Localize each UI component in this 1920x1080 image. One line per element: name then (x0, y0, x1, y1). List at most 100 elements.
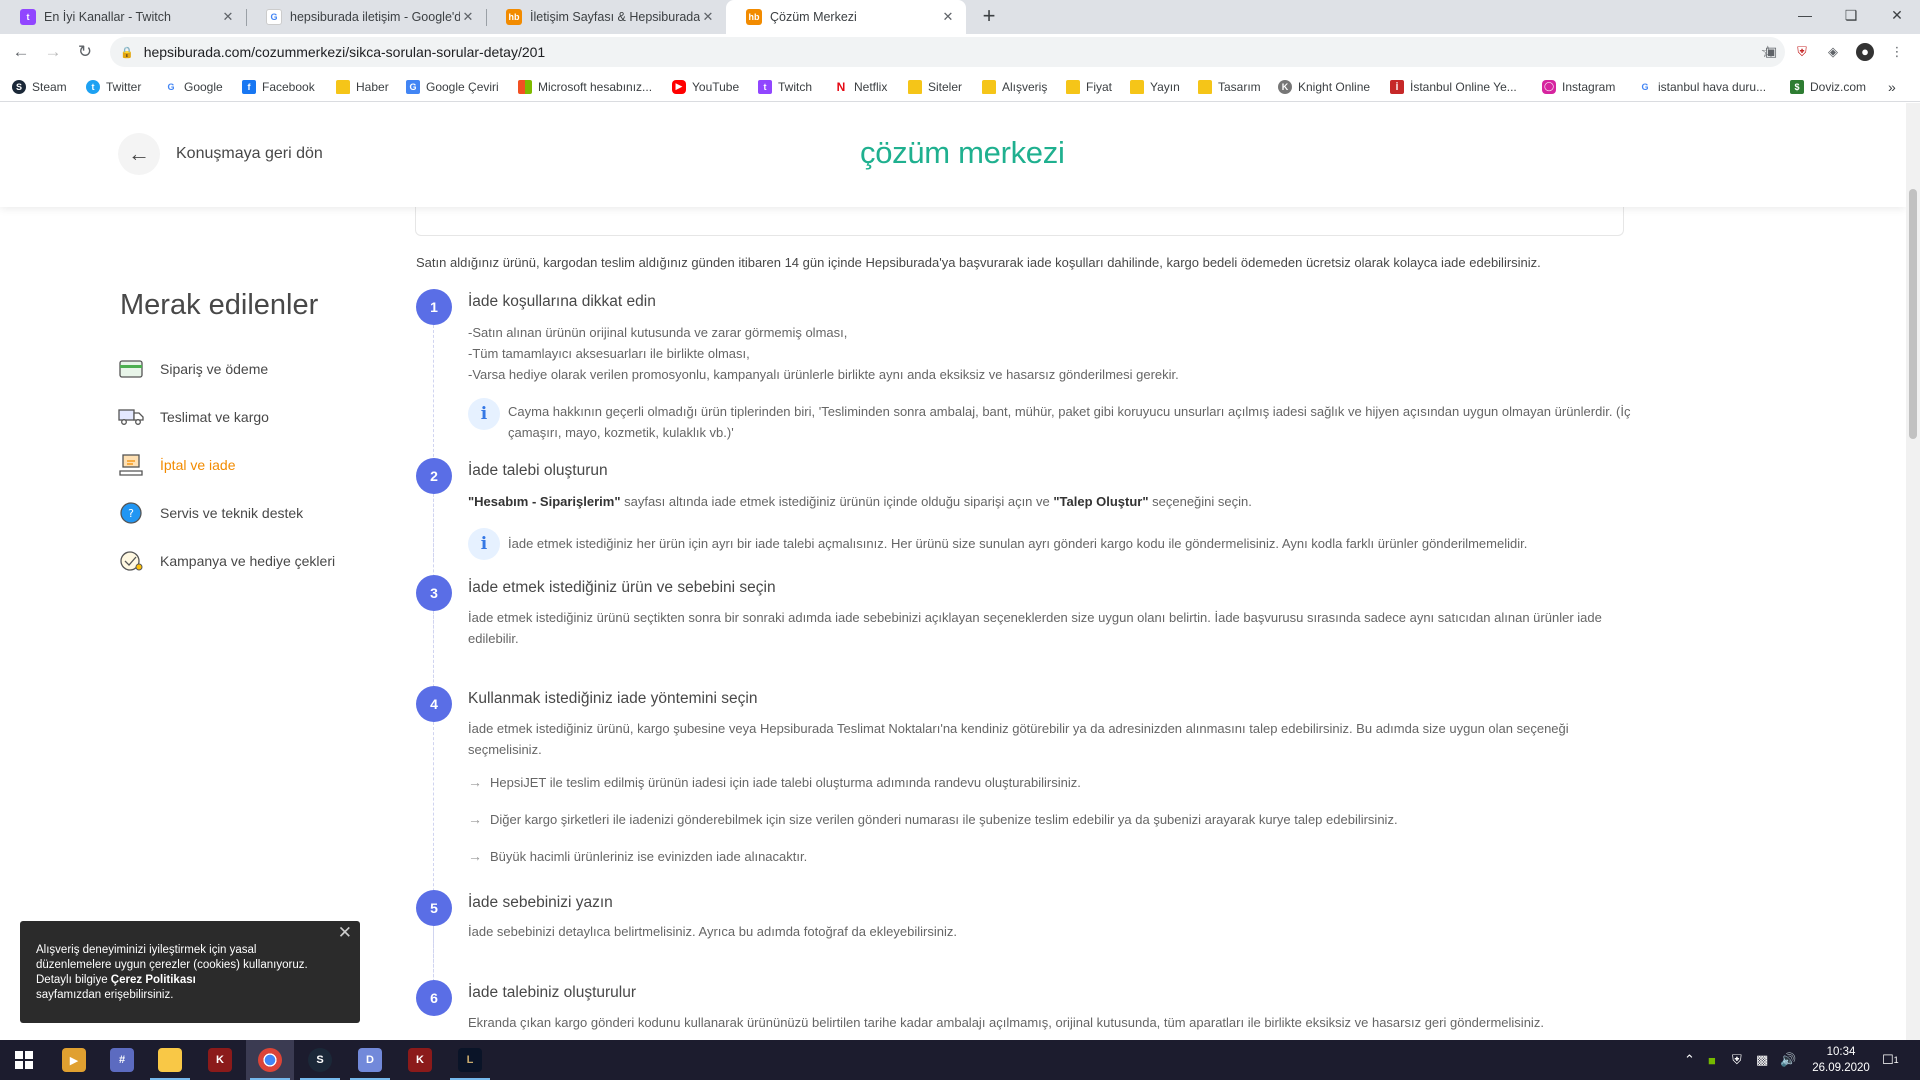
window-close-icon[interactable]: ✕ (1874, 0, 1920, 34)
back-label[interactable]: Konuşmaya geri dön (176, 145, 323, 163)
hepsiburada-icon: hb (746, 9, 762, 25)
reload-icon[interactable]: ↻ (74, 41, 96, 63)
sidebar-item-servis-destek[interactable]: ? Servis ve teknik destek (118, 500, 303, 526)
folder-icon (1066, 79, 1080, 94)
system-clock[interactable]: 10:34 26.09.2020 (1806, 1044, 1876, 1076)
tab-title: hepsiburada iletişim - Google'da Ara (290, 10, 460, 24)
scrollbar-thumb[interactable] (1909, 189, 1917, 439)
step-number: 5 (416, 890, 452, 926)
folder-icon (1198, 79, 1212, 94)
taskbar-game-launcher[interactable]: K (396, 1040, 444, 1080)
cookie-text-part: Detaylı bilgiye (36, 974, 111, 986)
taskbar-chrome[interactable] (246, 1040, 294, 1080)
windows-logo-icon (15, 1051, 33, 1069)
bookmark-knight-online[interactable]: K Knight Online (1278, 78, 1370, 95)
bookmark-facebook[interactable]: f Facebook (242, 78, 315, 95)
profile-avatar-icon[interactable]: ● (1856, 43, 1874, 61)
bookmark-label: istanbul hava duru... (1658, 79, 1767, 94)
taskbar-discord[interactable]: D (346, 1040, 394, 1080)
cookie-policy-link[interactable]: Çerez Politikası (111, 974, 196, 986)
tray-expand-icon[interactable]: ⌃ (1684, 1040, 1695, 1080)
notification-center-icon[interactable]: ☐ 1 (1882, 1040, 1899, 1080)
cast-icon[interactable]: ▣ (1762, 43, 1780, 61)
folder-icon (158, 1048, 182, 1072)
back-arrow-icon[interactable]: ← (10, 41, 32, 63)
back-button[interactable]: ← (118, 133, 160, 175)
bookmark-steam[interactable]: S Steam (12, 78, 67, 95)
google-icon: G (266, 9, 282, 25)
extension-shield-icon[interactable]: ⛨ (1793, 43, 1811, 61)
bookmark-netflix[interactable]: N Netflix (834, 78, 887, 95)
minimize-icon[interactable]: — (1782, 0, 1828, 34)
bookmarks-overflow-button[interactable]: » (1888, 78, 1896, 95)
close-icon[interactable]: ✕ (940, 9, 956, 25)
folder-icon (1130, 79, 1144, 94)
bookmark-folder-yayin[interactable]: Yayın (1130, 78, 1180, 95)
sidebar-item-kampanya-hediye[interactable]: Kampanya ve hediye çekleri (118, 548, 335, 574)
support-icon: ? (118, 501, 144, 525)
tab-title: Çözüm Merkezi (770, 10, 857, 24)
windows-taskbar: ▶ # K S D K L ⌃ ■ ⛨ ▩ 🔊 10:34 26.09.2020… (0, 1040, 1920, 1080)
close-icon[interactable]: ✕ (338, 924, 352, 941)
folder-icon (908, 79, 922, 94)
doviz-icon: $ (1790, 79, 1804, 94)
bookmark-label: Doviz.com (1810, 79, 1867, 94)
taskbar-steam[interactable]: S (296, 1040, 344, 1080)
close-icon[interactable]: ✕ (220, 9, 236, 25)
tab-cozum-merkezi[interactable]: hb Çözüm Merkezi ✕ (726, 0, 966, 34)
address-bar[interactable]: 🔒 hepsiburada.com/cozummerkezi/sikca-sor… (110, 37, 1785, 67)
bookmark-label: Steam (32, 79, 67, 94)
new-tab-button[interactable]: + (976, 4, 1002, 30)
forward-arrow-icon[interactable]: → (42, 41, 64, 63)
bookmark-folder-alisveris[interactable]: Alışveriş (982, 78, 1047, 95)
clock-date: 26.09.2020 (1812, 1062, 1870, 1074)
sidebar-item-iptal-iade[interactable]: İptal ve iade (118, 452, 236, 478)
bookmark-microsoft[interactable]: Microsoft hesabınız... (518, 78, 652, 95)
network-icon[interactable]: ▩ (1756, 1040, 1768, 1080)
tab-google-search[interactable]: G hepsiburada iletişim - Google'da Ara ✕ (246, 0, 486, 34)
sidebar-item-teslimat-kargo[interactable]: Teslimat ve kargo (118, 404, 269, 430)
bookmark-label: Yayın (1150, 79, 1180, 94)
bookmark-label: Google Çeviri (426, 79, 499, 94)
step-title: İade talebiniz oluşturulur (468, 984, 637, 1001)
cozum-merkezi-logo[interactable]: çözüm merkezi (860, 135, 1065, 171)
bookmark-youtube[interactable]: ▶ YouTube (672, 78, 739, 95)
close-icon[interactable]: ✕ (700, 9, 716, 25)
shield-tray-icon[interactable]: ⛨ (1732, 1040, 1742, 1080)
tab-twitch[interactable]: t En İyi Kanallar - Twitch ✕ (0, 0, 246, 34)
volume-icon[interactable]: 🔊 (1780, 1040, 1796, 1080)
bookmark-istanbul-hava[interactable]: Gistanbul hava duru... (1638, 78, 1766, 95)
menu-dots-icon[interactable]: ⋮ (1888, 43, 1906, 61)
bookmark-folder-fiyat[interactable]: Fiyat (1066, 78, 1112, 95)
delivery-truck-icon (118, 405, 144, 429)
bookmark-folder-siteler[interactable]: Siteler (908, 78, 962, 95)
bookmark-folder-haber[interactable]: Haber (336, 78, 389, 95)
step-description: İade etmek istediğiniz ürünü, kargo şube… (468, 721, 1569, 757)
lock-icon: 🔒 (120, 46, 134, 59)
tab-iletisim[interactable]: hb İletişim Sayfası & Hepsiburada.com ✕ (486, 0, 726, 34)
netflix-icon: N (834, 79, 848, 94)
bookmark-label: Twitch (778, 79, 813, 94)
bookmark-instagram[interactable]: ◯ Instagram (1542, 78, 1615, 95)
bookmark-twitter[interactable]: t Twitter (86, 78, 141, 95)
svg-text:?: ? (128, 507, 134, 520)
bookmark-folder-tasarim[interactable]: Tasarım (1198, 78, 1261, 95)
bookmark-google-ceviri[interactable]: G Google Çeviri (406, 78, 499, 95)
taskbar-league[interactable]: L (446, 1040, 494, 1080)
windows-start-button[interactable] (0, 1040, 48, 1080)
close-icon[interactable]: ✕ (460, 9, 476, 25)
bookmark-istanbul-online[interactable]: İ İstanbul Online Ye... (1390, 78, 1517, 95)
taskbar-media-player[interactable]: ▶ (50, 1040, 98, 1080)
cookie-banner: ✕ Alışveriş deneyiminizi iyileştirmek iç… (20, 921, 360, 1023)
taskbar-calculator[interactable]: # (98, 1040, 146, 1080)
page-scrollbar[interactable] (1906, 103, 1920, 1040)
restore-icon[interactable]: ❏ (1828, 0, 1874, 34)
bookmark-doviz[interactable]: $ Doviz.com (1790, 78, 1866, 95)
taskbar-game-app[interactable]: K (196, 1040, 244, 1080)
taskbar-file-explorer[interactable] (146, 1040, 194, 1080)
bookmark-google[interactable]: G Google (164, 78, 223, 95)
sidebar-item-siparis-odeme[interactable]: Sipariş ve ödeme (118, 356, 268, 382)
extensions-puzzle-icon[interactable]: ◈ (1824, 43, 1842, 61)
bookmark-twitch[interactable]: t Twitch (758, 78, 812, 95)
nvidia-icon[interactable]: ■ (1708, 1040, 1716, 1080)
